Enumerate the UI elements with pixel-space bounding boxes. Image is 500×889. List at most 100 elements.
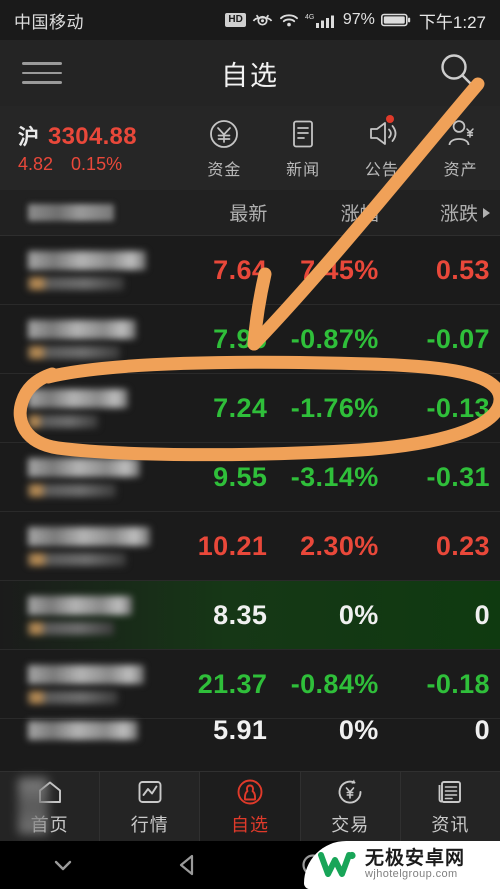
chart-line-icon [138, 780, 162, 803]
table-row[interactable]: 5.91 0% 0 [0, 719, 500, 755]
blurred-stock-code [28, 552, 126, 566]
yuan-refresh-icon [338, 779, 362, 803]
quick-action-assets[interactable]: 资产 [421, 117, 500, 180]
blurred-stock-name [28, 664, 144, 684]
stock-name-cell [0, 319, 170, 359]
nav-item-watchlist[interactable]: 自选 [199, 772, 300, 841]
table-row[interactable]: 7.64 7.45% 0.53 [0, 236, 500, 305]
table-row[interactable]: 9.55 -3.14% -0.31 [0, 443, 500, 512]
blurred-stock-code [28, 690, 118, 704]
quick-action-news[interactable]: 新闻 [264, 117, 343, 180]
back-triangle-icon[interactable] [125, 851, 250, 879]
stock-latest-price: 7.64 [213, 254, 268, 285]
stock-change-percent: -0.87% [290, 323, 379, 354]
table-row[interactable]: 8.35 0% 0 [0, 581, 500, 650]
stock-latest-price: 7.24 [213, 392, 268, 423]
blurred-stock-name [28, 388, 128, 408]
blurred-stock-code [28, 345, 120, 359]
blurred-stock-code [28, 414, 98, 428]
blurred-stock-code [28, 621, 114, 635]
status-icons: HD 4G 97% 下午1:27 [225, 8, 486, 33]
battery-percent-label: 97% [342, 11, 375, 28]
column-header-name[interactable] [0, 202, 170, 224]
quick-action-funds[interactable]: 资金 [185, 117, 264, 180]
blurred-stock-name [28, 721, 138, 740]
blurred-stock-code [28, 276, 124, 290]
table-column-headers: 最新 涨幅 涨跌 [0, 190, 500, 236]
hd-badge: HD [225, 13, 246, 27]
column-header-change[interactable]: 涨跌 [393, 199, 500, 226]
svg-text:4G: 4G [305, 14, 314, 21]
stock-change-value: -0.18 [426, 668, 490, 699]
wifi-icon [279, 14, 298, 27]
document-lines-icon [293, 120, 314, 147]
app-header: 自选 [0, 40, 500, 106]
table-row[interactable]: 21.37 -0.84% -0.18 [0, 650, 500, 719]
stock-name-cell [0, 526, 170, 566]
stock-change-value: 0 [474, 719, 490, 745]
newspaper-icon [439, 780, 462, 803]
stock-name-cell [0, 250, 170, 290]
stock-change-value: -0.13 [426, 392, 490, 423]
chevron-down-icon[interactable] [0, 851, 125, 879]
index-change: 4.82 [18, 154, 54, 174]
stock-latest-price: 7.96 [213, 323, 268, 354]
stock-change-percent: -1.76% [290, 392, 379, 423]
index-name: 沪 [18, 126, 39, 149]
person-circle-icon [237, 779, 263, 804]
stock-change-value: 0 [474, 599, 490, 630]
table-row[interactable]: 10.21 2.30% 0.23 [0, 512, 500, 581]
battery-icon [380, 13, 411, 27]
signal-bars-icon: 4G [305, 14, 334, 28]
stock-latest-price: 8.35 [213, 599, 268, 630]
stock-latest-price: 21.37 [197, 668, 268, 699]
stock-list[interactable]: 7.64 7.45% 0.53 7.96 -0.87% -0.07 7.24 -1.76% -0… [0, 236, 500, 771]
stock-change-value: -0.31 [426, 461, 490, 492]
nav-label: 行情 [130, 814, 169, 835]
nav-item-info[interactable]: 资讯 [399, 772, 500, 841]
stock-change-percent: 0% [338, 599, 379, 630]
column-header-change-label: 涨跌 [439, 204, 478, 225]
nav-label: 交易 [331, 814, 370, 835]
yuan-circle-icon [210, 119, 239, 148]
table-row[interactable]: 7.96 -0.87% -0.07 [0, 305, 500, 374]
person-yuan-icon [448, 119, 474, 145]
blurred-name-header [28, 203, 114, 221]
watermark-title: 无极安卓网 [365, 848, 466, 870]
notification-badge-dot [386, 114, 395, 123]
quick-action-announcement[interactable]: 公告 [343, 114, 422, 180]
nav-item-trade[interactable]: 交易 [299, 772, 400, 841]
sort-triangle-icon [482, 207, 490, 218]
nav-item-market[interactable]: 行情 [99, 772, 199, 841]
stock-change-percent: 2.30% [300, 530, 379, 561]
blurred-stock-name [28, 457, 140, 477]
index-summary[interactable]: 沪 3304.88 4.82 0.15% [0, 121, 185, 175]
stock-name-cell [0, 664, 170, 704]
search-icon[interactable] [436, 50, 478, 97]
phone-screen: 中国移动 HD 4G 97% 下午1:27 自选 沪 3304.88 4.82 … [0, 0, 500, 889]
blurred-stock-code [28, 483, 116, 497]
stock-change-percent: 7.45% [300, 254, 379, 285]
quick-action-label: 新闻 [286, 161, 321, 179]
watermark-url: wjhotelgroup.com [365, 868, 458, 881]
blurred-stock-name [28, 319, 136, 339]
stock-change-value: 0.23 [435, 530, 490, 561]
column-header-change-percent[interactable]: 涨幅 [281, 199, 392, 226]
quick-actions: 资金 新闻 公告 资产 [185, 114, 500, 180]
table-row[interactable]: 7.24 -1.76% -0.13 [0, 374, 500, 443]
column-header-latest[interactable]: 最新 [170, 199, 281, 226]
blurred-stock-name [28, 250, 146, 270]
stock-change-percent: 0% [338, 719, 379, 745]
quick-action-label: 资产 [443, 161, 478, 179]
stock-latest-price: 5.91 [213, 719, 268, 745]
carrier-label: 中国移动 [14, 12, 84, 32]
blurred-stock-name [28, 526, 150, 546]
stock-latest-price: 9.55 [213, 461, 268, 492]
stock-name-cell [0, 388, 170, 428]
nav-item-home[interactable]: 首页 [0, 772, 99, 841]
hamburger-menu-icon[interactable] [22, 62, 62, 84]
speaker-announcement-icon [369, 121, 397, 145]
stock-latest-price: 10.21 [197, 530, 268, 561]
index-change-percent: 0.15% [71, 154, 123, 174]
watermark: 无极安卓网 wjhotelgroup.com [304, 841, 500, 889]
